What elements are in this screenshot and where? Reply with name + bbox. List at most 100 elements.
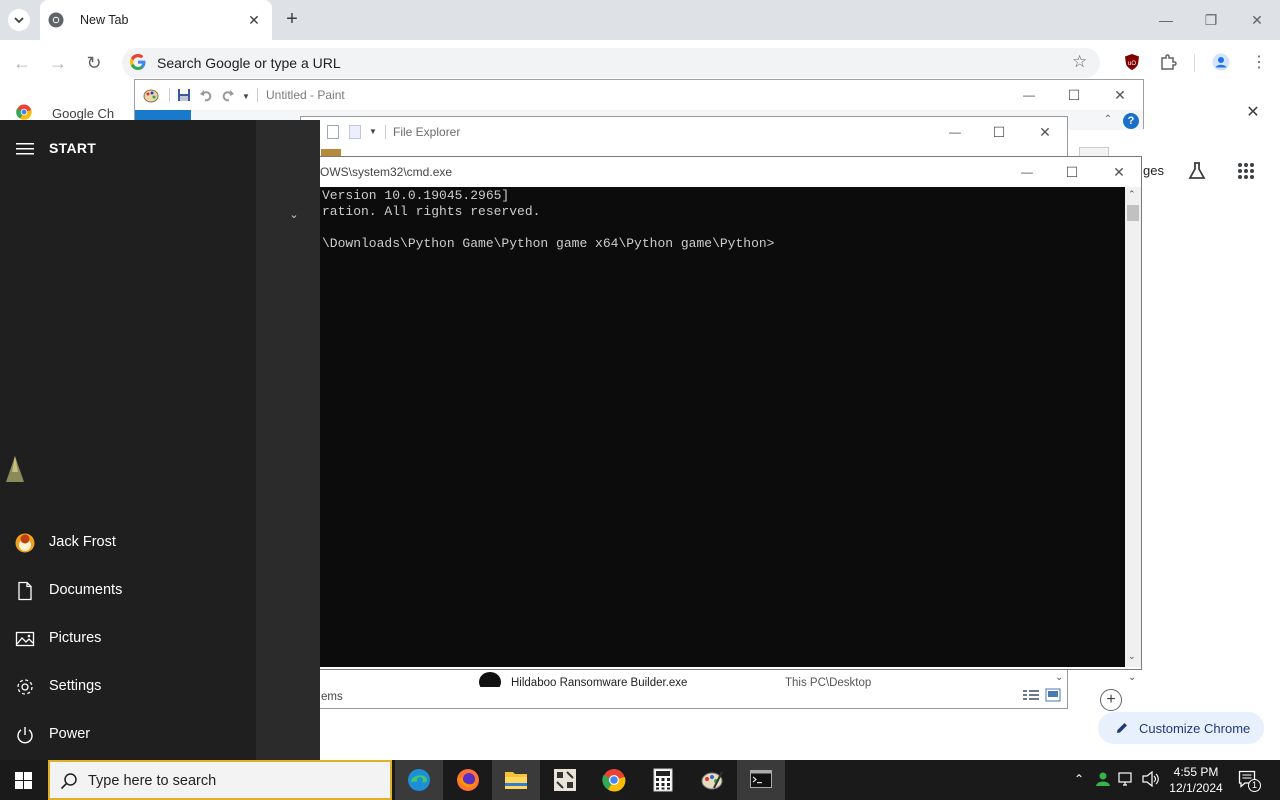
qat-dropdown-icon[interactable]: ▼ <box>369 127 377 136</box>
labs-flask-icon[interactable] <box>1187 161 1207 181</box>
chrome-scroll-down-icon[interactable]: ⌄ <box>1128 672 1136 683</box>
tab-search-button[interactable] <box>8 9 30 31</box>
back-button[interactable]: ← <box>11 52 33 74</box>
tab-new-tab[interactable]: New Tab ✕ <box>40 0 272 40</box>
reload-button[interactable]: ↻ <box>83 52 105 74</box>
start-item-pictures[interactable]: Pictures <box>0 617 256 661</box>
new-tab-button[interactable]: + <box>282 9 302 29</box>
power-icon <box>17 727 33 744</box>
cmd-minimize-button[interactable]: — <box>1015 161 1039 183</box>
apps-grid-icon[interactable] <box>1237 162 1255 180</box>
taskbar-app-calculator[interactable] <box>639 760 687 800</box>
taskbar-app-chrome[interactable] <box>590 760 638 800</box>
cmd-close-button[interactable]: ✕ <box>1107 161 1131 183</box>
taskbar-app-game[interactable] <box>541 760 589 800</box>
chrome-icon <box>16 104 32 120</box>
paint-close-button[interactable]: ✕ <box>1108 84 1132 106</box>
bookmark-star-icon[interactable]: ☆ <box>1072 53 1090 71</box>
new-folder-icon[interactable] <box>349 125 361 139</box>
toolbar-divider <box>1194 54 1195 72</box>
restore-button[interactable]: ❐ <box>1199 8 1223 32</box>
fe-minimize-button[interactable]: — <box>943 121 967 143</box>
start-item-power[interactable]: Power <box>0 713 256 757</box>
save-icon[interactable] <box>177 88 191 102</box>
bookmark-label[interactable]: Google Ch <box>52 106 114 121</box>
action-center-button[interactable]: 1 <box>1238 770 1261 792</box>
start-menu: START ⌄ Jack Frost Documents Pictures Se… <box>0 120 320 760</box>
profile-icon[interactable] <box>1212 53 1230 71</box>
cmd-console[interactable]: Version 10.0.19045.2965] ration. All rig… <box>301 187 1125 667</box>
taskbar-app-cmd[interactable] <box>737 760 785 800</box>
paint-app-icon <box>143 89 159 103</box>
cmd-window: OWS\system32\cmd.exe — ☐ ✕ Version 10.0.… <box>300 156 1142 670</box>
taskbar-app-paint[interactable] <box>688 760 736 800</box>
cmd-scrollbar[interactable]: ⌃ ⌄ <box>1125 187 1141 667</box>
paint-maximize-button[interactable]: ☐ <box>1062 84 1086 106</box>
cmd-prompt[interactable]: \Downloads\Python Game\Python game x64\P… <box>322 236 774 251</box>
volume-icon[interactable] <box>1142 771 1160 787</box>
images-link-partial[interactable]: ges <box>1143 163 1164 178</box>
forward-button[interactable]: → <box>47 52 69 74</box>
start-item-label: Power <box>49 726 91 742</box>
fe-close-button[interactable]: ✕ <box>1033 121 1057 143</box>
scroll-down-arrow-icon[interactable]: ⌄ <box>1128 651 1136 662</box>
taskbar-app-firefox[interactable] <box>444 760 492 800</box>
tray-clock[interactable]: 4:55 PM 12/1/2024 <box>1166 764 1226 796</box>
file-row-location: This PC\Desktop <box>785 677 872 689</box>
taskbar-app-file-explorer[interactable] <box>492 760 540 800</box>
taskbar-search-box[interactable]: Type here to search <box>48 760 392 800</box>
tab-title: New Tab <box>80 13 129 27</box>
chrome-menu-icon[interactable]: ⋮ <box>1251 53 1267 73</box>
tray-overflow-chevron-icon[interactable]: ⌃ <box>1072 772 1086 786</box>
extensions-puzzle-icon[interactable] <box>1159 53 1177 71</box>
taskbar-app-edge[interactable] <box>395 760 443 800</box>
start-item-documents[interactable]: Documents <box>0 569 256 613</box>
search-icon <box>60 773 77 790</box>
properties-icon[interactable] <box>327 125 339 139</box>
fe-maximize-button[interactable]: ☐ <box>987 121 1011 143</box>
user-avatar-icon <box>15 533 35 553</box>
redo-icon[interactable] <box>221 88 235 102</box>
tray-date: 12/1/2024 <box>1169 781 1223 795</box>
chevron-down-icon[interactable]: ⌄ <box>287 208 301 222</box>
help-icon[interactable]: ? <box>1123 113 1139 129</box>
fe-status-text: ems <box>321 691 343 703</box>
svg-text:uO: uO <box>1128 61 1136 67</box>
file-row-name[interactable]: Hildaboo Ransomware Builder.exe <box>511 677 687 689</box>
omnibox-input[interactable]: Search Google or type a URL <box>157 55 341 71</box>
network-icon[interactable] <box>1118 771 1136 787</box>
large-icons-view-icon[interactable] <box>1045 688 1061 702</box>
cmd-maximize-button[interactable]: ☐ <box>1060 161 1084 183</box>
ublock-icon[interactable]: uO <box>1123 53 1141 71</box>
start-item-label: Pictures <box>49 630 102 646</box>
file-explorer-icon <box>505 772 527 789</box>
app-tile-icon[interactable] <box>4 454 26 484</box>
close-button[interactable]: ✕ <box>1245 8 1269 32</box>
scroll-down-arrow-icon[interactable]: ⌄ <box>1055 672 1063 683</box>
cmd-scroll-thumb[interactable] <box>1127 205 1139 221</box>
firefox-icon <box>457 769 479 791</box>
qat-dropdown-icon[interactable]: ▼ <box>242 92 250 101</box>
pictures-icon <box>15 631 35 647</box>
add-shortcut-icon[interactable]: + <box>1100 689 1122 711</box>
gear-icon <box>17 679 33 695</box>
undo-icon[interactable] <box>199 88 213 102</box>
hamburger-menu-icon[interactable] <box>16 142 34 156</box>
start-item-settings[interactable]: Settings <box>0 665 256 709</box>
people-icon[interactable] <box>1095 771 1111 787</box>
details-view-icon[interactable] <box>1023 689 1039 701</box>
tab-close-icon[interactable]: ✕ <box>246 12 262 28</box>
notification-badge: 1 <box>1248 779 1261 792</box>
windows-start-icon[interactable] <box>15 772 32 789</box>
minimize-button[interactable]: — <box>1154 8 1178 32</box>
taskbar-search-placeholder: Type here to search <box>88 773 217 789</box>
start-item-user[interactable]: Jack Frost <box>0 521 256 565</box>
paint-minimize-button[interactable]: — <box>1017 84 1041 106</box>
ribbon-collapse-icon[interactable]: ⌃ <box>1101 114 1115 128</box>
customize-chrome-button[interactable]: Customize Chrome <box>1098 712 1264 744</box>
document-icon <box>18 581 32 601</box>
start-item-label: Documents <box>49 582 123 598</box>
start-header: START <box>49 140 97 156</box>
cmd-output-line: Version 10.0.19045.2965] <box>322 188 510 203</box>
scroll-up-arrow-icon[interactable]: ⌃ <box>1128 189 1136 200</box>
